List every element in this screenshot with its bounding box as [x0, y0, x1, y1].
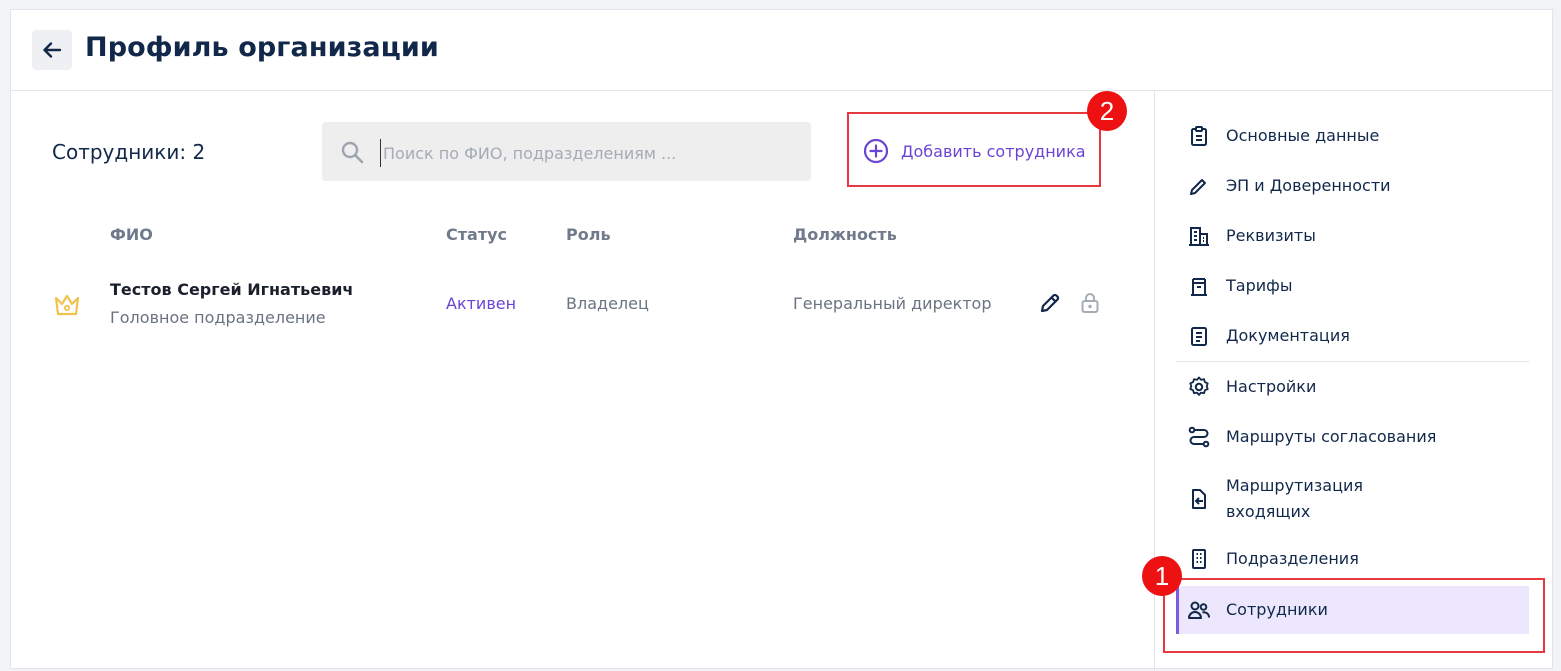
sidebar-item-label: Маршрутизация входящих: [1226, 476, 1363, 521]
lock-icon[interactable]: [1078, 291, 1102, 315]
employees-count: Сотрудники: 2: [52, 140, 206, 164]
sidebar-item-incoming-routing[interactable]: Маршрутизация входящих: [1176, 473, 1529, 525]
search-box[interactable]: [322, 122, 811, 181]
sidebar-item-label: Маршруты согласования: [1226, 427, 1437, 446]
sidebar-item-label: Подразделения: [1226, 549, 1359, 568]
sidebar-item-label: Тарифы: [1226, 276, 1293, 295]
sidebar-item-signatures[interactable]: ЭП и Доверенности: [1176, 162, 1529, 210]
arrow-left-icon: [43, 42, 62, 58]
sidebar-item-label: Документация: [1226, 326, 1350, 345]
employee-department: Головное подразделение: [110, 308, 326, 327]
sidebar-item-requisites[interactable]: Реквизиты: [1176, 212, 1529, 260]
gear-icon: [1186, 374, 1212, 400]
column-header-name: ФИО: [110, 225, 153, 244]
building-icon: [1186, 223, 1212, 249]
organization-profile-panel: Профиль организации Сотрудники: 2 Добави…: [10, 9, 1553, 671]
sidebar-item-label: Основные данные: [1226, 126, 1380, 145]
inbox-route-icon: [1186, 486, 1212, 512]
employee-role: Владелец: [566, 294, 649, 313]
highlight-employees-item: [1163, 578, 1545, 653]
column-header-role: Роль: [566, 225, 611, 244]
search-input[interactable]: [380, 139, 795, 167]
employee-position: Генеральный директор: [793, 294, 992, 313]
search-icon: [341, 141, 364, 164]
sidebar-item-departments[interactable]: Подразделения: [1176, 535, 1529, 583]
employee-status: Активен: [446, 294, 517, 313]
page-header: Профиль организации: [11, 10, 1552, 91]
column-header-status: Статус: [446, 225, 507, 244]
sidebar-item-label: Реквизиты: [1226, 226, 1316, 245]
annotation-badge-2: 2: [1087, 91, 1127, 131]
document-icon: [1186, 323, 1212, 349]
sidebar-item-label: Настройки: [1226, 377, 1317, 396]
employee-name: Тестов Сергей Игнатьевич: [110, 280, 354, 299]
pen-icon: [1186, 173, 1212, 199]
highlight-add-button: [847, 112, 1101, 187]
annotation-badge-1: 1: [1142, 556, 1182, 596]
page-title: Профиль организации: [85, 32, 439, 63]
tariff-icon: [1186, 273, 1212, 299]
sidebar-item-label: ЭП и Доверенности: [1226, 176, 1391, 195]
clipboard-icon: [1186, 123, 1212, 149]
back-button[interactable]: [32, 30, 72, 70]
route-icon: [1186, 424, 1212, 450]
column-header-position: Должность: [793, 225, 897, 244]
office-icon: [1186, 546, 1212, 572]
edit-pencil-icon[interactable]: [1038, 291, 1062, 315]
sidebar-item-tariffs[interactable]: Тарифы: [1176, 262, 1529, 310]
sidebar-item-main-data[interactable]: Основные данные: [1176, 112, 1529, 160]
sidebar-separator: [1176, 361, 1529, 362]
sidebar-item-settings[interactable]: Настройки: [1176, 363, 1529, 411]
sidebar-item-approval-routes[interactable]: Маршруты согласования: [1176, 413, 1529, 461]
crown-icon: [54, 294, 80, 316]
sidebar-item-documentation[interactable]: Документация: [1176, 312, 1529, 360]
